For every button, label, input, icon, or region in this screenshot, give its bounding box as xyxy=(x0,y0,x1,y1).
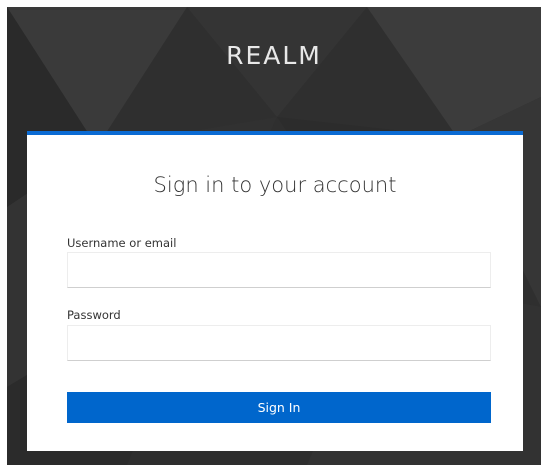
screenshot-frame: REALM Sign in to your account Username o… xyxy=(0,0,548,472)
username-label: Username or email xyxy=(67,236,177,250)
login-card: Sign in to your account Username or emai… xyxy=(27,131,523,451)
login-page-background: REALM Sign in to your account Username o… xyxy=(7,7,541,465)
realm-title: REALM xyxy=(226,41,322,70)
password-input[interactable] xyxy=(67,325,491,361)
login-heading: Sign in to your account xyxy=(153,173,397,197)
password-label: Password xyxy=(67,308,121,322)
username-input[interactable] xyxy=(67,252,491,288)
sign-in-button[interactable]: Sign In xyxy=(67,392,491,423)
